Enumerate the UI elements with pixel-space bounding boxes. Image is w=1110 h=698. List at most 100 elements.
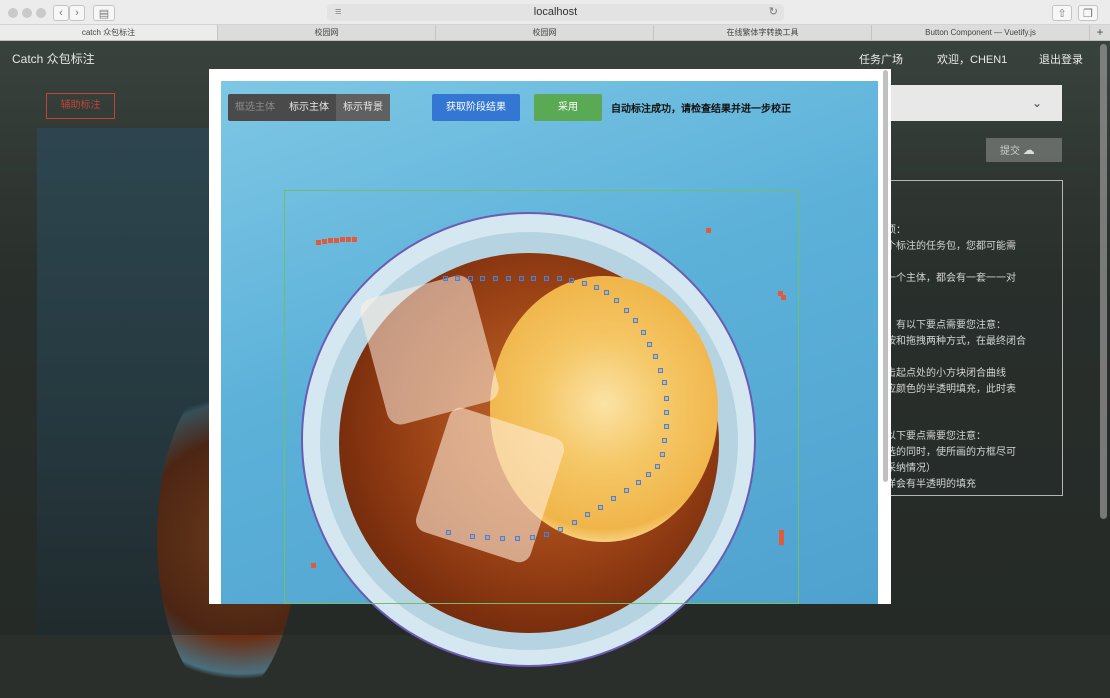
browser-titlebar: ‹ › ▤ ≡ localhost ↻ ⇧ ❐ bbox=[0, 0, 1110, 25]
page-scrollbar[interactable] bbox=[1100, 44, 1107, 519]
subject-point-marker[interactable] bbox=[641, 330, 646, 335]
background-point-marker[interactable] bbox=[316, 240, 321, 245]
share-icon[interactable]: ⇧ bbox=[1052, 5, 1072, 21]
mode-box-subject-button[interactable]: 框选主体 bbox=[228, 94, 282, 121]
subject-point-marker[interactable] bbox=[660, 452, 665, 457]
note-line: 框选的同时，使所画的方框尽可 bbox=[876, 447, 1016, 458]
background-point-marker[interactable] bbox=[352, 237, 357, 242]
nav-logout[interactable]: 退出登录 bbox=[1039, 51, 1083, 67]
subject-point-marker[interactable] bbox=[455, 276, 460, 281]
subject-point-marker[interactable] bbox=[585, 512, 590, 517]
subject-point-marker[interactable] bbox=[569, 278, 574, 283]
subject-point-marker[interactable] bbox=[485, 535, 490, 540]
subject-point-marker[interactable] bbox=[468, 276, 473, 281]
subject-point-marker[interactable] bbox=[664, 396, 669, 401]
address-bar[interactable]: ≡ localhost ↻ bbox=[327, 4, 784, 21]
subject-point-marker[interactable] bbox=[653, 354, 658, 359]
adopt-button[interactable]: 采用 bbox=[534, 94, 602, 121]
subject-point-marker[interactable] bbox=[614, 298, 619, 303]
bounding-box[interactable] bbox=[284, 190, 799, 604]
submit-label: 提交 bbox=[1000, 146, 1020, 157]
note-line: 有以下要点需要您注意： bbox=[876, 431, 986, 442]
subject-point-marker[interactable] bbox=[531, 276, 536, 281]
subject-point-marker[interactable] bbox=[557, 276, 562, 281]
tab-vuetify[interactable]: Button Component — Vuetify.js bbox=[872, 25, 1090, 40]
back-icon[interactable]: ‹ bbox=[53, 5, 69, 21]
tab-converter[interactable]: 在线繁体字转换工具 bbox=[654, 25, 872, 40]
subject-point-marker[interactable] bbox=[470, 534, 475, 539]
nav-welcome: 欢迎，CHEN1 bbox=[937, 54, 1008, 66]
subject-point-marker[interactable] bbox=[662, 438, 667, 443]
mode-mark-background-button[interactable]: 标示背景 bbox=[336, 94, 390, 121]
background-point-marker[interactable] bbox=[328, 238, 333, 243]
subject-point-marker[interactable] bbox=[515, 536, 520, 541]
subject-point-marker[interactable] bbox=[446, 530, 451, 535]
forward-icon[interactable]: › bbox=[69, 5, 85, 21]
mode-mark-subject-button[interactable]: 标示主体 bbox=[282, 94, 336, 121]
subject-point-marker[interactable] bbox=[598, 505, 603, 510]
subject-point-marker[interactable] bbox=[611, 496, 616, 501]
subject-point-marker[interactable] bbox=[544, 276, 549, 281]
minimize-window-icon[interactable] bbox=[22, 8, 32, 18]
close-window-icon[interactable] bbox=[8, 8, 18, 18]
tabs-overview-icon[interactable]: ❐ bbox=[1078, 5, 1098, 21]
url-text: localhost bbox=[533, 6, 578, 18]
subject-point-marker[interactable] bbox=[530, 535, 535, 540]
background-point-marker[interactable] bbox=[706, 228, 711, 233]
subject-point-marker[interactable] bbox=[480, 276, 485, 281]
subject-point-marker[interactable] bbox=[658, 368, 663, 373]
background-point-marker[interactable] bbox=[779, 540, 784, 545]
subject-point-marker[interactable] bbox=[647, 342, 652, 347]
reader-icon[interactable]: ≡ bbox=[335, 4, 341, 21]
background-point-marker[interactable] bbox=[346, 237, 351, 242]
background-point-marker[interactable] bbox=[334, 238, 339, 243]
annotation-mode-toolbar: 框选主体 标示主体 标示背景 bbox=[228, 94, 390, 121]
subject-point-marker[interactable] bbox=[572, 520, 577, 525]
subject-point-marker[interactable] bbox=[500, 536, 505, 541]
subject-point-marker[interactable] bbox=[636, 480, 641, 485]
background-point-marker[interactable] bbox=[781, 295, 786, 300]
new-tab-icon[interactable]: + bbox=[1090, 25, 1110, 40]
app-title: Catch 众包标注 bbox=[12, 52, 95, 66]
subject-point-marker[interactable] bbox=[604, 290, 609, 295]
note-line: 每一个主体，都会有一套一一对 bbox=[876, 273, 1016, 284]
nav-tasks[interactable]: 任务广场 bbox=[859, 51, 903, 67]
note-line: 拉按和拖拽两种方式，在最终闭合 bbox=[876, 336, 1026, 347]
tab-campus-2[interactable]: 校园网 bbox=[436, 25, 654, 40]
tab-catch[interactable]: catch 众包标注 bbox=[0, 25, 218, 40]
subject-point-marker[interactable] bbox=[594, 285, 599, 290]
subject-point-marker[interactable] bbox=[493, 276, 498, 281]
browser-tabbar: catch 众包标注 校园网 校园网 在线繁体字转换工具 Button Comp… bbox=[0, 25, 1110, 41]
subject-point-marker[interactable] bbox=[544, 532, 549, 537]
subject-point-marker[interactable] bbox=[582, 281, 587, 286]
task-select[interactable]: ⌄ bbox=[884, 85, 1062, 121]
note-line: 时，有以下要点需要您注意： bbox=[876, 320, 1006, 331]
cloud-upload-icon: ☁ bbox=[1022, 143, 1035, 157]
sidebar-icon[interactable]: ▤ bbox=[93, 5, 115, 21]
zoom-window-icon[interactable] bbox=[36, 8, 46, 18]
modal-scrollbar[interactable] bbox=[883, 70, 888, 482]
subject-point-marker[interactable] bbox=[506, 276, 511, 281]
subject-point-marker[interactable] bbox=[624, 308, 629, 313]
subject-point-marker[interactable] bbox=[624, 488, 629, 493]
reload-icon[interactable]: ↻ bbox=[769, 4, 778, 21]
status-message: 自动标注成功，请检查结果并进一步校正 bbox=[611, 104, 791, 115]
note-line: 同样会有半透明的填充 bbox=[876, 479, 976, 490]
subject-point-marker[interactable] bbox=[664, 410, 669, 415]
assist-annotate-button[interactable]: 辅助标注 bbox=[46, 93, 115, 119]
subject-point-marker[interactable] bbox=[646, 472, 651, 477]
get-stage-result-button[interactable]: 获取阶段结果 bbox=[432, 94, 520, 121]
subject-point-marker[interactable] bbox=[558, 527, 563, 532]
subject-point-marker[interactable] bbox=[519, 276, 524, 281]
background-point-marker[interactable] bbox=[322, 239, 327, 244]
subject-point-marker[interactable] bbox=[443, 276, 448, 281]
tab-campus-1[interactable]: 校园网 bbox=[218, 25, 436, 40]
subject-point-marker[interactable] bbox=[664, 424, 669, 429]
background-point-marker[interactable] bbox=[311, 563, 316, 568]
subject-point-marker[interactable] bbox=[662, 380, 667, 385]
background-point-marker[interactable] bbox=[340, 237, 345, 242]
note-line: 相应颜色的半透明填充，此时表 bbox=[876, 384, 1016, 395]
subject-point-marker[interactable] bbox=[655, 464, 660, 469]
subject-point-marker[interactable] bbox=[633, 318, 638, 323]
submit-button[interactable]: 提交 ☁ bbox=[986, 138, 1062, 162]
